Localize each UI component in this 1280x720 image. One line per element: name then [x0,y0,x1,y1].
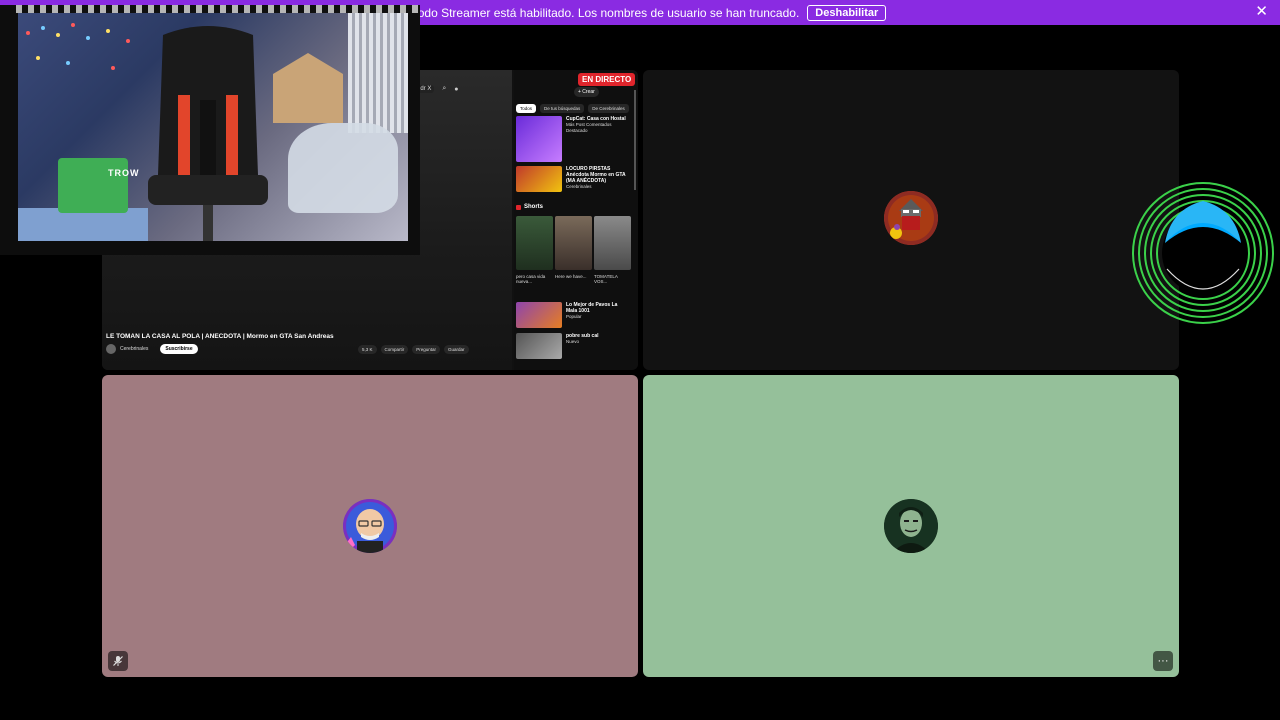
speaking-indicator-icon [1132,182,1274,324]
recommendation-tabs: Todos De tus búsquedas De Cerebrinales [516,104,629,113]
string-lights [26,23,130,70]
recommendation-item: Lo Mejor de Pavos La Mala 1001 Popular [516,302,626,328]
recommendation-item: CupCat: Casa con Hostal Más Post Comenta… [516,116,626,162]
channel-avatar [106,344,116,354]
participant-tile[interactable]: ··· [643,375,1179,677]
search-icon: ⌕ [442,85,447,92]
recommendation-meta: Nuevo [566,339,580,344]
man-portrait-avatar-icon [884,499,938,553]
shorts-icon [516,204,521,210]
toy-box [58,158,128,213]
short-thumbnail [516,216,553,270]
recommendation-info: pobre sub cal Nuevo [566,333,626,359]
like-button: 5,3 K [358,345,377,354]
webcam-border-decoration [16,5,419,13]
video-thumbnail [516,166,562,192]
video-thumbnail [516,116,562,162]
video-title: LE TOMAN LA CASA AL POLA | ANECDOTA | Mo… [106,333,334,340]
brand-text: TROW [108,168,140,178]
bald-man-avatar-icon [343,499,397,553]
tab-all: Todos [516,104,537,113]
shorts-row [516,216,631,270]
shorts-section-title: Shorts [516,204,543,210]
recommendation-title: LOCURO PIRSTAS Anécdota Mormo en GTA (MA… [566,166,626,184]
window-blinds [348,13,408,133]
recommendation-info: Lo Mejor de Pavos La Mala 1001 Popular [566,302,626,328]
short-thumbnail [594,216,631,270]
shorts-label: Shorts [524,204,544,210]
more-options-button[interactable]: ··· [1153,651,1173,671]
tab-from-channel: De Cerebrinales [588,104,629,113]
gaming-chair [148,26,268,241]
mic-off-icon [108,651,128,671]
recommendation-title: Lo Mejor de Pavos La Mala 1001 [566,302,618,314]
participant-tile[interactable] [102,375,638,677]
share-button: Compartir [380,345,409,354]
channel-name: Cerebrinales [120,346,149,352]
streamer-mode-message: El modo Streamer está habilitado. Los no… [393,5,800,20]
speaking-ring-avatar[interactable] [1131,181,1275,325]
short-thumbnail [555,216,592,270]
close-icon[interactable]: ✕ [1255,4,1268,19]
participant-avatar[interactable] [884,191,938,245]
recommendation-item: LOCURO PIRSTAS Anécdota Mormo en GTA (MA… [516,166,626,192]
blanket [288,123,398,213]
live-badge: EN DIRECTO [578,73,636,86]
house-shelf [273,53,343,123]
recommendation-info: LOCURO PIRSTAS Anécdota Mormo en GTA (MA… [566,166,626,192]
shorts-captions: pero casa vida nueva... Here we have... … [516,274,631,284]
webcam-overlay[interactable]: TROW [0,5,420,255]
short-caption: TOMATELA VOS... [594,274,618,284]
mic-off-glyph [113,656,123,666]
call-window: El modo Streamer está habilitado. Los no… [0,0,1280,720]
subscribe-button: Suscribirse [160,344,198,354]
participant-tile[interactable] [643,70,1179,370]
scrollbar [634,90,636,190]
short-caption: Here we have... [555,274,587,279]
create-button: + Crear [574,87,599,97]
disable-streamer-mode-button[interactable]: Deshabilitar [807,4,887,21]
participant-avatar[interactable] [884,499,938,553]
recommendation-info: CupCat: Casa con Hostal Más Post Comenta… [566,116,626,162]
webcam-video: TROW [18,13,408,241]
recommendation-meta: Popular [566,314,582,319]
tab-from-searches: De tus búsquedas [540,104,585,113]
recommendation-meta: Cerebrinales [566,184,592,189]
more-icon: ··· [1157,655,1169,667]
video-thumbnail [516,302,562,328]
video-actions: 5,3 K Compartir Preguntar Guardar [358,345,469,354]
recommendation-meta: Más Post Comentados [566,122,612,127]
recommendation-item: pobre sub cal Nuevo [516,333,626,359]
ninja-avatar-icon [884,191,938,245]
save-button: Guardar [444,345,469,354]
recommendation-badge: Destacado [566,128,588,133]
ask-button: Preguntar [412,345,441,354]
video-thumbnail [516,333,562,359]
short-caption: pero casa vida nueva... [516,274,546,284]
channel-row: Cerebrinales Suscribirse [106,344,198,354]
microphone-icon: ● [454,85,459,93]
participant-avatar[interactable] [343,499,397,553]
